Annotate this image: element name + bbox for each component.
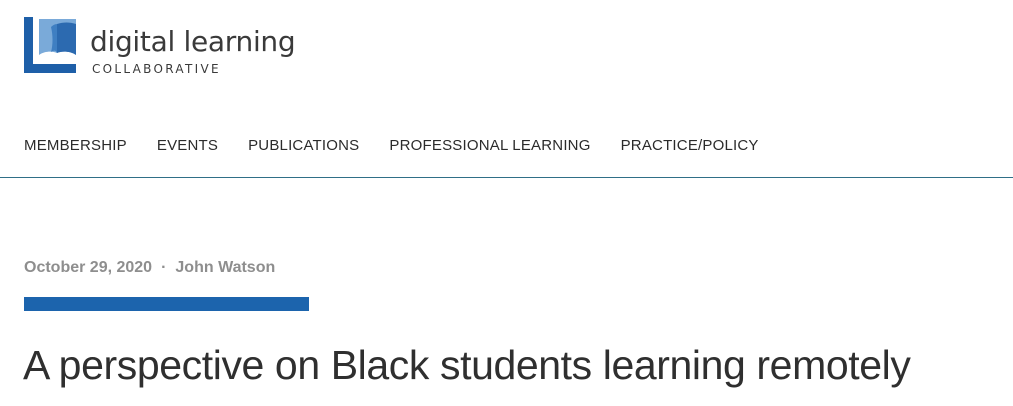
- title-accent-bar: [24, 297, 309, 311]
- nav-item-events[interactable]: EVENTS: [157, 136, 218, 156]
- logo-name: digital learning: [90, 25, 296, 58]
- site-logo[interactable]: digital learning COLLABORATIVE: [24, 17, 296, 77]
- nav-item-practice-policy[interactable]: PRACTICE/POLICY: [621, 136, 759, 156]
- main-nav: MEMBERSHIP EVENTS PUBLICATIONS PROFESSIO…: [24, 136, 789, 156]
- nav-item-professional-learning[interactable]: PROFESSIONAL LEARNING: [389, 136, 590, 156]
- article-meta: October 29, 2020 · John Watson: [24, 258, 275, 278]
- article-author-link[interactable]: John Watson: [175, 259, 275, 276]
- site-header: digital learning COLLABORATIVE MEMBERSHI…: [0, 0, 1013, 178]
- article-date: October 29, 2020: [24, 259, 153, 276]
- logo-subtitle: COLLABORATIVE: [92, 62, 221, 76]
- logo-mark-icon: [24, 17, 76, 73]
- nav-item-publications[interactable]: PUBLICATIONS: [248, 136, 359, 156]
- article-title: A perspective on Black students learning…: [23, 342, 911, 388]
- nav-item-membership[interactable]: MEMBERSHIP: [24, 136, 127, 156]
- meta-separator: ·: [161, 259, 167, 276]
